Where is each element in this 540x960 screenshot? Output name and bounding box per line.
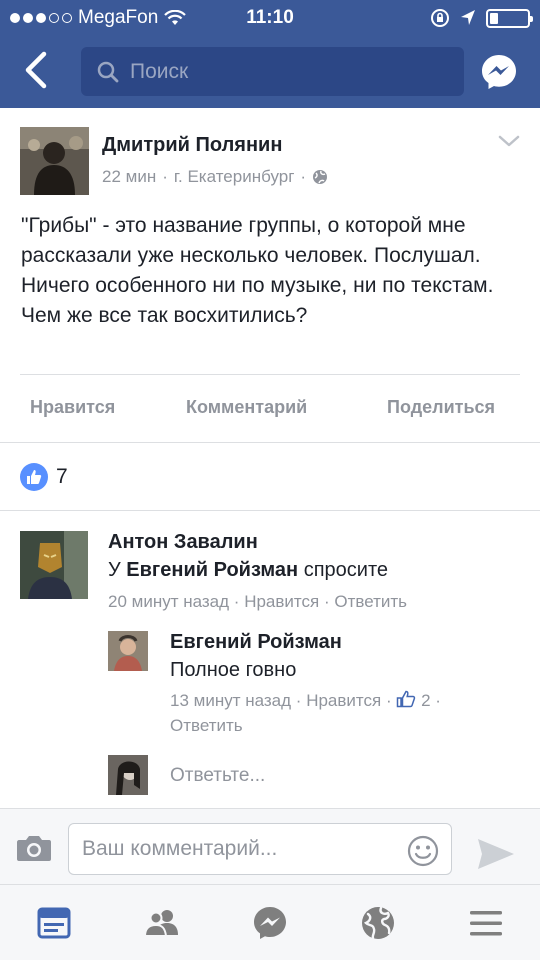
my-avatar <box>108 755 148 795</box>
post-location[interactable]: г. Екатеринбург <box>174 167 295 187</box>
friends-icon[interactable] <box>144 905 180 941</box>
comment-placeholder: Ваш комментарий... <box>82 837 278 860</box>
comment-time: 20 минут назад <box>108 592 230 611</box>
chevron-down-icon[interactable] <box>497 133 521 149</box>
comment-text: Полное говно <box>170 659 297 681</box>
comment-text-suffix: спросите <box>303 559 389 581</box>
location-icon <box>461 10 475 25</box>
search-icon <box>97 61 119 83</box>
divider <box>0 442 540 443</box>
comment-text: У Евгений Ройзман спросите <box>108 559 388 582</box>
comment-meta: 13 минут назад · Нравится · 2 · <box>170 690 441 711</box>
like-count: 7 <box>56 465 68 488</box>
battery-icon <box>486 8 533 28</box>
post-actions: Нравится Комментарий Поделиться <box>0 397 540 421</box>
tab-bar <box>0 884 540 960</box>
separator-dot: · <box>385 691 392 710</box>
comment-meta: 20 минут назад · Нравится · Ответить <box>108 592 407 612</box>
comment-author[interactable]: Антон Завалин <box>108 531 258 554</box>
separator-dot: · <box>323 592 330 611</box>
comment-like-count: 2 <box>421 691 431 710</box>
smiley-icon[interactable] <box>407 835 439 867</box>
comment-like-button[interactable]: Нравится <box>244 592 319 611</box>
search-input[interactable]: Поиск <box>81 47 464 96</box>
divider <box>0 510 540 511</box>
comment-button[interactable]: Комментарий <box>186 397 307 418</box>
back-icon[interactable] <box>18 48 58 92</box>
globe-icon <box>313 170 328 184</box>
reply-author-avatar[interactable] <box>108 631 148 671</box>
separator-dot: · <box>300 167 307 186</box>
status-right <box>430 8 533 28</box>
like-icon <box>20 463 48 491</box>
separator-dot: · <box>295 691 302 710</box>
comment-reply-button[interactable]: Ответить <box>334 592 407 611</box>
news-feed-icon[interactable] <box>36 905 72 941</box>
comment-text-prefix: У <box>108 559 121 581</box>
post-meta: 22 мин · г. Екатеринбург · <box>102 167 328 187</box>
comment-author[interactable]: Евгений Ройзман <box>170 631 342 654</box>
menu-icon[interactable] <box>468 905 504 941</box>
author-avatar[interactable] <box>20 127 89 195</box>
status-bar: MegaFon 11:10 <box>0 0 540 36</box>
top-bar: MegaFon 11:10 Поиск <box>0 0 540 108</box>
comment-input[interactable]: Ваш комментарий... <box>68 823 452 875</box>
messenger-tab-icon[interactable] <box>252 905 288 941</box>
post-time[interactable]: 22 мин <box>102 167 156 187</box>
commenter-avatar[interactable] <box>20 531 88 599</box>
comment-like-button[interactable]: Нравится <box>306 691 381 710</box>
like-icon <box>397 690 416 708</box>
comment-time: 13 минут назад <box>170 691 292 710</box>
search-placeholder: Поиск <box>130 60 189 83</box>
rotation-lock-icon <box>431 9 449 27</box>
separator-dot: · <box>435 691 441 710</box>
divider <box>20 374 520 375</box>
separator-dot: · <box>162 167 168 186</box>
reactions-summary[interactable]: 7 <box>20 463 68 491</box>
post-text: "Грибы" - это название группы, о которой… <box>21 214 494 327</box>
like-button[interactable]: Нравится <box>30 397 115 418</box>
notifications-globe-icon[interactable] <box>360 905 396 941</box>
share-button[interactable]: Поделиться <box>387 397 495 418</box>
messenger-icon[interactable] <box>480 53 518 91</box>
comment-reply-button[interactable]: Ответить <box>170 716 243 736</box>
camera-icon[interactable] <box>16 833 52 863</box>
separator-dot: · <box>233 592 240 611</box>
mention-link[interactable]: Евгений Ройзман <box>126 559 298 581</box>
post-author-name[interactable]: Дмитрий Полянин <box>102 134 282 157</box>
comment-composer: Ваш комментарий... <box>0 808 540 884</box>
reply-input[interactable]: Ответьте... <box>170 765 265 787</box>
send-icon[interactable] <box>476 837 516 871</box>
